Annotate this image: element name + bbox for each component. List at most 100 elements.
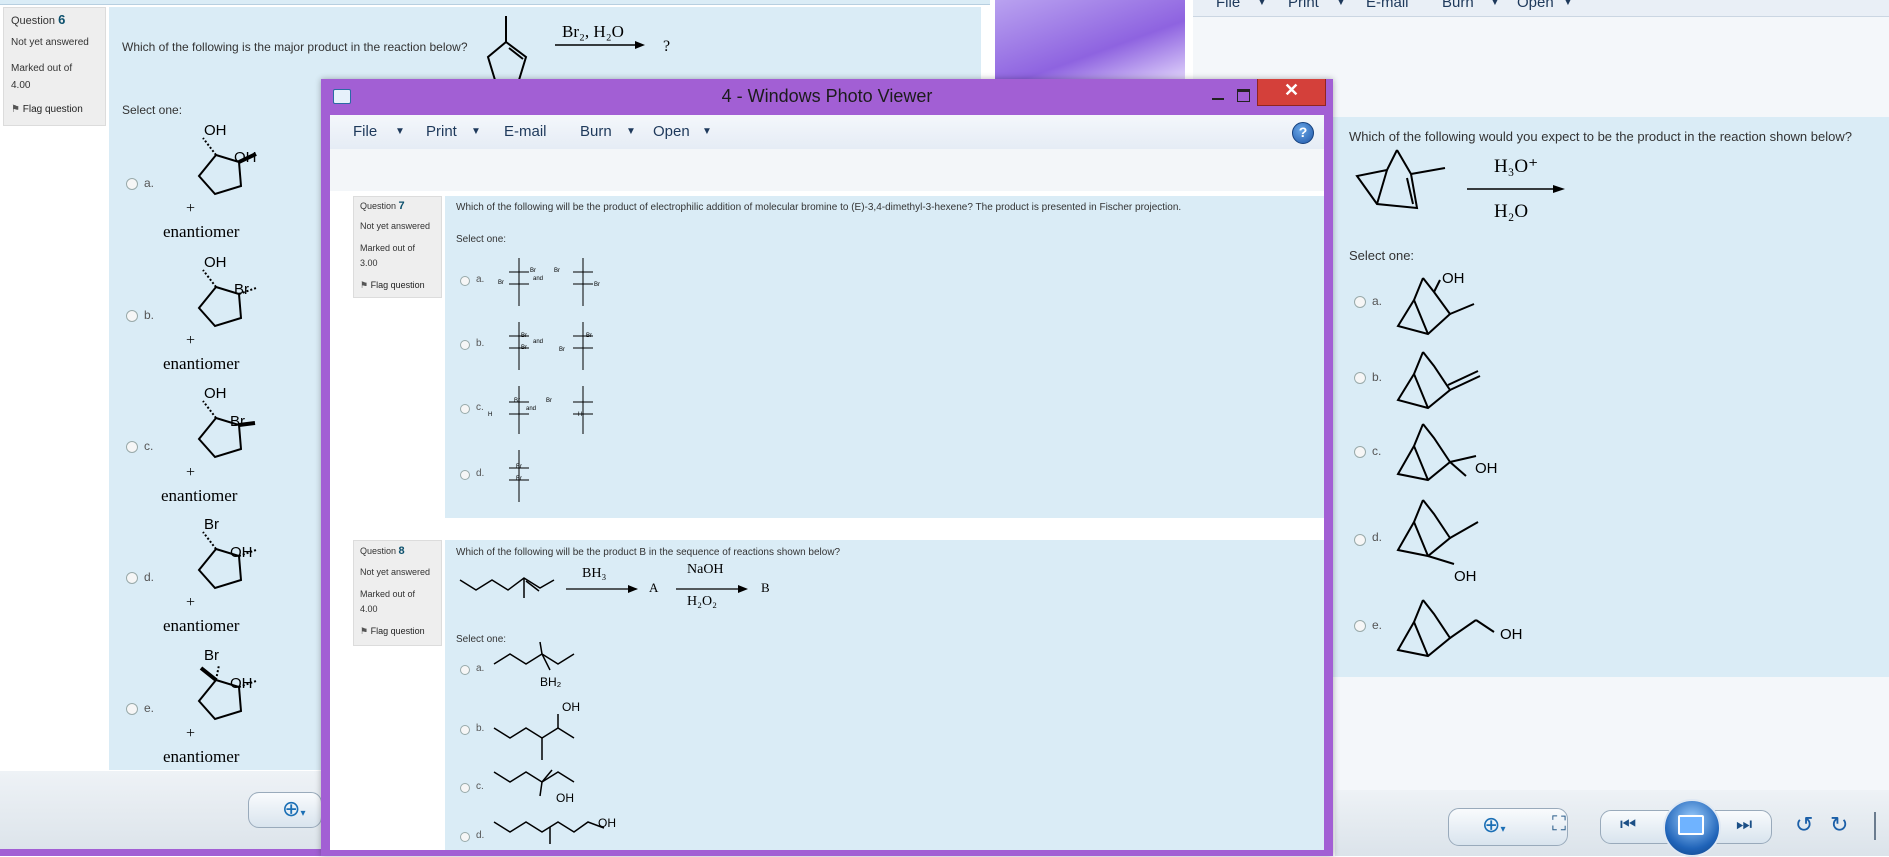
q7-radio-d[interactable] [460, 470, 470, 480]
q7-flag-question[interactable]: ⚑ Flag question [360, 280, 425, 291]
right-tb-burn[interactable]: Burn [1442, 0, 1474, 11]
q7-radio-c[interactable] [460, 404, 470, 414]
q6-radio-c[interactable] [126, 441, 138, 453]
q8-radio-a[interactable] [460, 665, 470, 675]
q6-select-one: Select one: [122, 103, 183, 117]
chevron-down-icon[interactable]: ▼ [702, 126, 712, 137]
chevron-down-icon[interactable]: ▼ [1257, 0, 1267, 8]
right-radio-c[interactable] [1354, 446, 1366, 458]
left-bottom-edge [0, 849, 330, 856]
right-radio-b[interactable] [1354, 372, 1366, 384]
chevron-down-icon[interactable]: ▼ [1336, 0, 1346, 8]
menu-file[interactable]: File [353, 123, 377, 140]
right-zoom-pill[interactable] [1448, 808, 1568, 846]
q6-flag-question[interactable]: ⚑ Flag question [11, 104, 83, 115]
q8-product: B [761, 580, 770, 595]
q8-radio-b[interactable] [460, 725, 470, 735]
right-option-c-structure [1396, 423, 1477, 482]
right-option-b[interactable]: b. [1354, 344, 1554, 416]
menu-open[interactable]: Open [653, 123, 690, 140]
q7-a-fischer [509, 258, 593, 306]
rotate-right-icon[interactable]: ↻ [1830, 812, 1848, 838]
right-tb-open[interactable]: Open [1517, 0, 1554, 11]
q7-option-a[interactable]: a. Br Br and Br Br [460, 254, 620, 310]
right-c-label: OH [1475, 460, 1498, 477]
q8-b-label: OH [562, 700, 580, 714]
q7-option-d[interactable]: d. Br Br [460, 446, 620, 506]
right-radio-a[interactable] [1354, 296, 1366, 308]
q7-label: Question [360, 201, 397, 211]
q7-b-r1: Br [586, 333, 592, 339]
help-button[interactable]: ? [1292, 122, 1314, 144]
right-tb-email[interactable]: E-mail [1366, 0, 1409, 11]
q6-e-sub2: OH [230, 675, 253, 692]
q6-e-plus: + [186, 725, 196, 742]
q8-radio-d[interactable] [460, 832, 470, 842]
q6-radio-b[interactable] [126, 310, 138, 322]
rotate-left-icon[interactable]: ↺ [1795, 812, 1813, 838]
q6-option-c[interactable]: c. OH Br + enantiomer [126, 385, 326, 513]
right-option-d[interactable]: d. OH [1354, 494, 1554, 585]
close-icon: ✕ [1283, 80, 1300, 100]
close-button[interactable]: ✕ [1257, 79, 1326, 106]
q8-option-a[interactable]: a. BH₂ [460, 641, 620, 698]
q8-b-letter: b. [476, 723, 485, 734]
right-option-e[interactable]: e. OH [1354, 596, 1574, 668]
menu-burn[interactable]: Burn [580, 123, 612, 140]
right-option-b-letter: b. [1372, 370, 1383, 384]
q8-option-b[interactable]: b. OH [460, 700, 620, 760]
q8-d-label: OH [598, 816, 616, 830]
q7-c-and: and [526, 406, 537, 412]
q7-radio-b[interactable] [460, 340, 470, 350]
right-radio-d[interactable] [1354, 534, 1366, 546]
zoom-icon[interactable]: ⊕▾ [1482, 812, 1505, 838]
fit-window-icon[interactable]: ⛶ [1552, 813, 1566, 836]
q7-a-letter: a. [476, 274, 485, 285]
q7-number: Question 7 [360, 200, 405, 212]
q8-flag-question[interactable]: ⚑ Flag question [360, 626, 425, 637]
q6-e-enantiomer: enantiomer [163, 747, 240, 766]
q7-radio-a[interactable] [460, 276, 470, 286]
q8-option-c[interactable]: c. OH [460, 766, 620, 814]
q7-option-c[interactable]: c. Br H and Br H [460, 382, 620, 438]
q8-question-text: Which of the following will be the produ… [456, 547, 841, 558]
q8-a-label: BH₂ [540, 675, 562, 689]
q6-option-d[interactable]: d. Br OH + enantiomer [126, 516, 326, 644]
q6-b-enantiomer: enantiomer [163, 354, 240, 373]
zoom-icon[interactable]: ⊕▾ [282, 796, 305, 822]
q6-radio-d[interactable] [126, 572, 138, 584]
q8-a-structure [493, 641, 575, 671]
q6-radio-a[interactable] [126, 178, 138, 190]
right-option-c[interactable]: c. OH [1354, 418, 1554, 490]
q6-marked-value: 4.00 [11, 80, 31, 91]
chevron-down-icon[interactable]: ▼ [395, 126, 405, 137]
q6-option-a[interactable]: a. OH OH + enantiomer [126, 122, 326, 250]
chevron-down-icon[interactable]: ▼ [1563, 0, 1573, 8]
chevron-down-icon[interactable]: ▼ [471, 126, 481, 137]
right-tb-print[interactable]: Print [1288, 0, 1319, 11]
photo-viewer-titlebar[interactable]: 4 - Windows Photo Viewer ✕ [321, 79, 1333, 112]
right-option-a[interactable]: a. OH [1354, 268, 1554, 340]
q6-question-text: Which of the following is the major prod… [122, 40, 468, 54]
right-select-one: Select one: [1349, 248, 1415, 263]
menu-email[interactable]: E-mail [504, 123, 547, 140]
q6-radio-e[interactable] [126, 703, 138, 715]
right-reactant-structure [1355, 149, 1446, 210]
minimize-button[interactable] [1205, 85, 1231, 105]
q6-option-b[interactable]: b. OH Br + enantiomer [126, 254, 326, 382]
previous-icon[interactable]: ⏮ [1620, 814, 1636, 835]
menu-print[interactable]: Print [426, 123, 457, 140]
delete-divider [1874, 812, 1876, 840]
next-icon[interactable]: ⏭ [1736, 814, 1752, 835]
right-tb-file[interactable]: File [1216, 0, 1240, 11]
q6-option-e[interactable]: e. Br OH + enantiomer [126, 647, 326, 775]
q8-c-label: OH [556, 791, 574, 805]
q8-radio-c[interactable] [460, 783, 470, 793]
maximize-button[interactable] [1231, 85, 1257, 105]
q6-option-b-structure [197, 269, 257, 328]
q7-option-b[interactable]: b. Br Br and Br Br [460, 318, 620, 374]
q8-reagent2-bottom: H₂O₂ [687, 594, 717, 609]
chevron-down-icon[interactable]: ▼ [1490, 0, 1500, 8]
right-radio-e[interactable] [1354, 620, 1366, 632]
chevron-down-icon[interactable]: ▼ [626, 126, 636, 137]
